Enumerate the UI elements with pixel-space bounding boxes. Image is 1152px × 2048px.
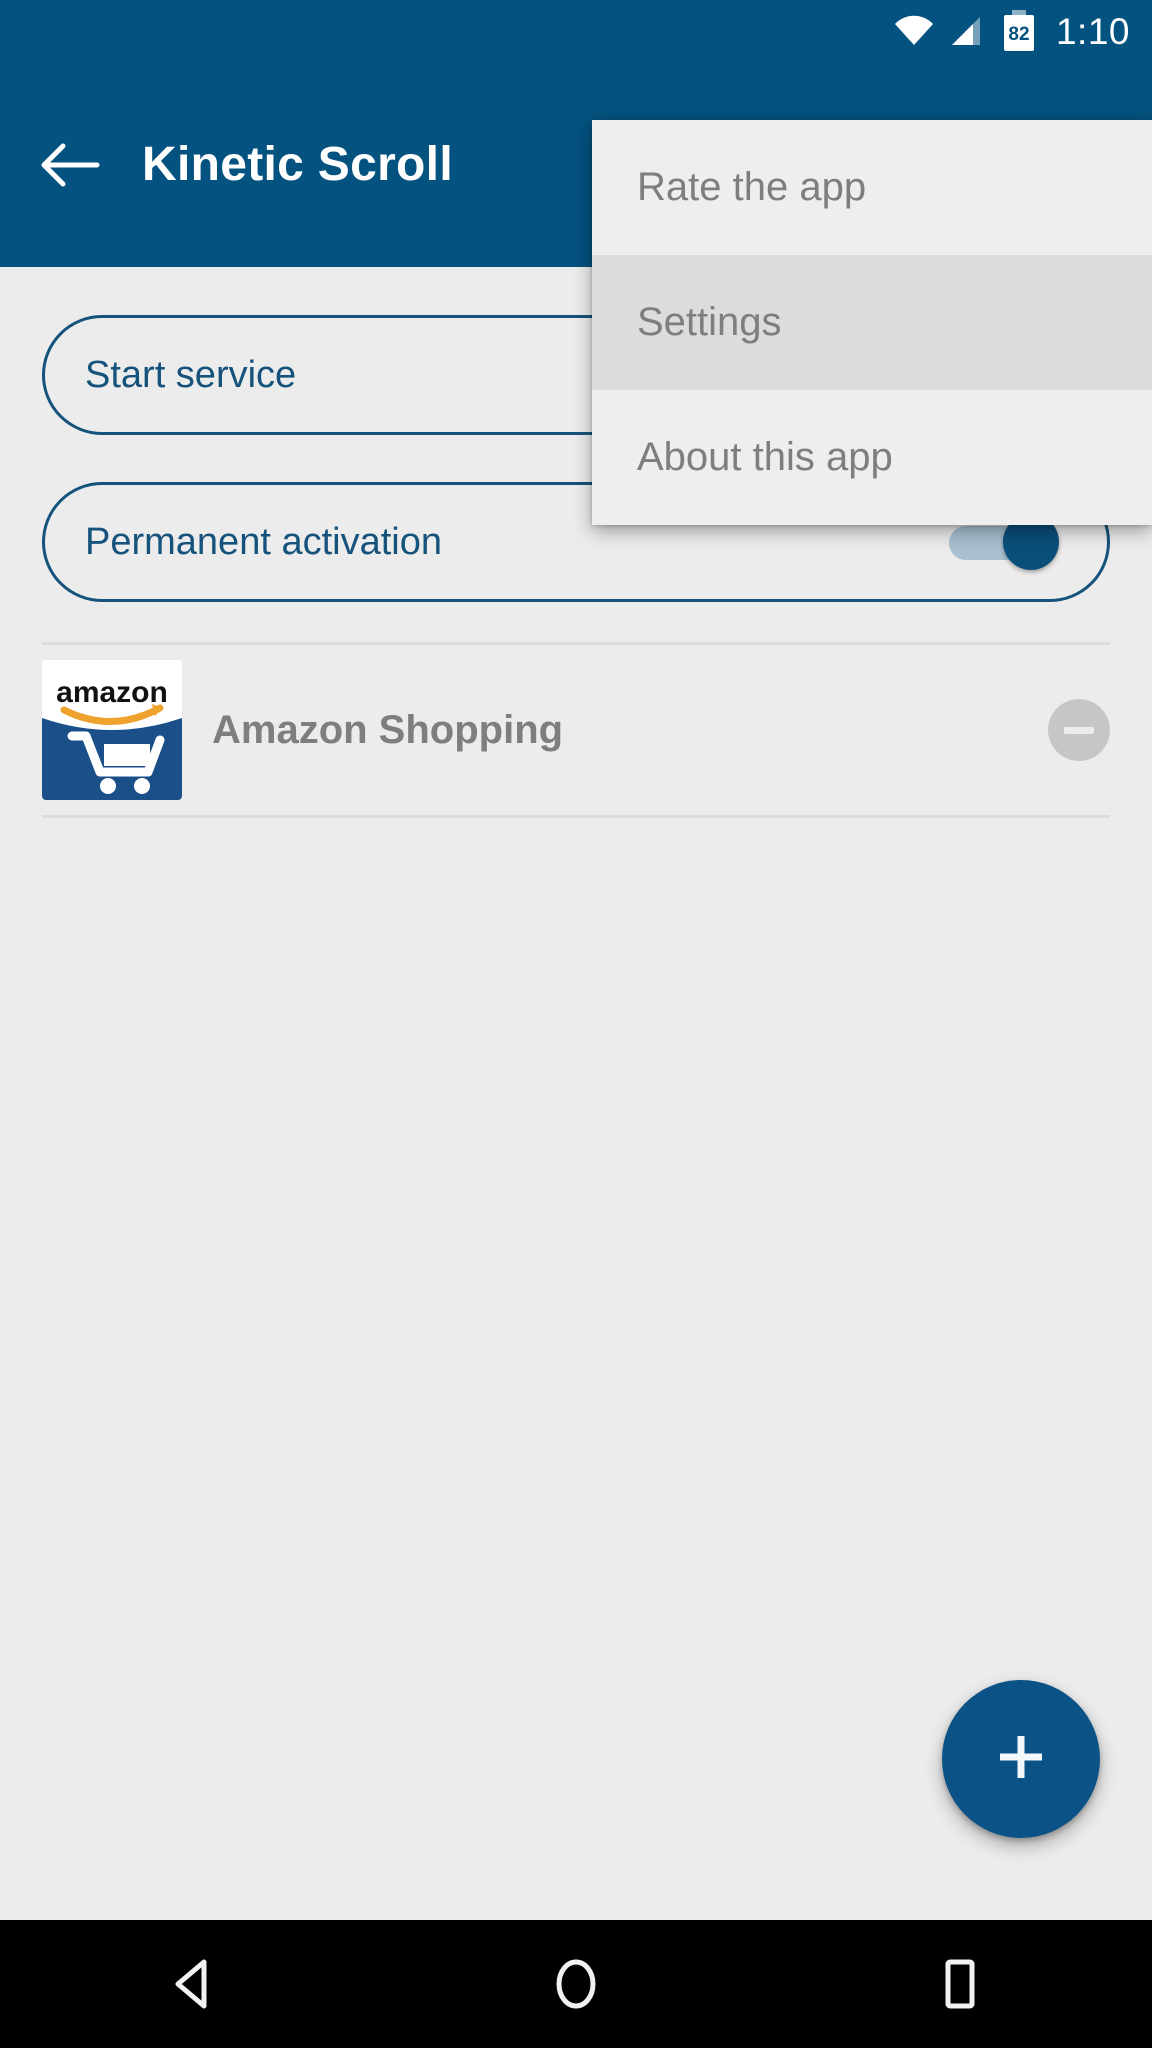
plus-icon [990, 1726, 1052, 1793]
add-app-fab[interactable] [942, 1680, 1100, 1838]
permanent-activation-label: Permanent activation [85, 520, 442, 563]
nav-home-circle-icon[interactable] [486, 1920, 666, 2048]
menu-item-about-this-app[interactable]: About this app [592, 390, 1152, 525]
permanent-activation-toggle[interactable] [949, 514, 1059, 570]
menu-item-label: Rate the app [637, 165, 867, 209]
app-name-label: Amazon Shopping [212, 707, 564, 752]
android-navigation-bar [0, 1920, 1152, 2048]
menu-item-rate-the-app[interactable]: Rate the app [592, 120, 1152, 255]
nav-back-triangle-icon[interactable] [102, 1920, 282, 2048]
overflow-menu: Rate the app Settings About this app [592, 120, 1152, 525]
amazon-app-icon: amazon [42, 660, 182, 800]
minus-bar [1064, 726, 1094, 734]
menu-item-label: Settings [637, 300, 782, 344]
battery-icon: 82 [1002, 10, 1036, 52]
menu-item-settings[interactable]: Settings [592, 255, 1152, 390]
phone-screen: 82 1:10 Kinetic Scroll Rate the app Sett… [0, 0, 1152, 2048]
wifi-icon [894, 15, 934, 47]
status-bar-clock: 1:10 [1055, 10, 1130, 52]
menu-item-label: About this app [637, 435, 893, 479]
status-bar: 82 1:10 [0, 0, 1152, 62]
minus-circle-icon[interactable] [1048, 699, 1110, 761]
start-service-label: Start service [85, 353, 297, 396]
battery-level-text: 82 [1008, 24, 1029, 45]
cell-signal-icon [950, 15, 986, 47]
app-list: amazon Amazon Shopping [0, 642, 1152, 818]
back-arrow-icon[interactable] [20, 115, 120, 215]
nav-recents-square-icon[interactable] [870, 1920, 1050, 2048]
amazon-wordmark: amazon [56, 676, 168, 709]
list-divider-bottom [42, 815, 1110, 818]
list-item[interactable]: amazon Amazon Shopping [0, 645, 1152, 815]
page-title: Kinetic Scroll [142, 138, 453, 191]
